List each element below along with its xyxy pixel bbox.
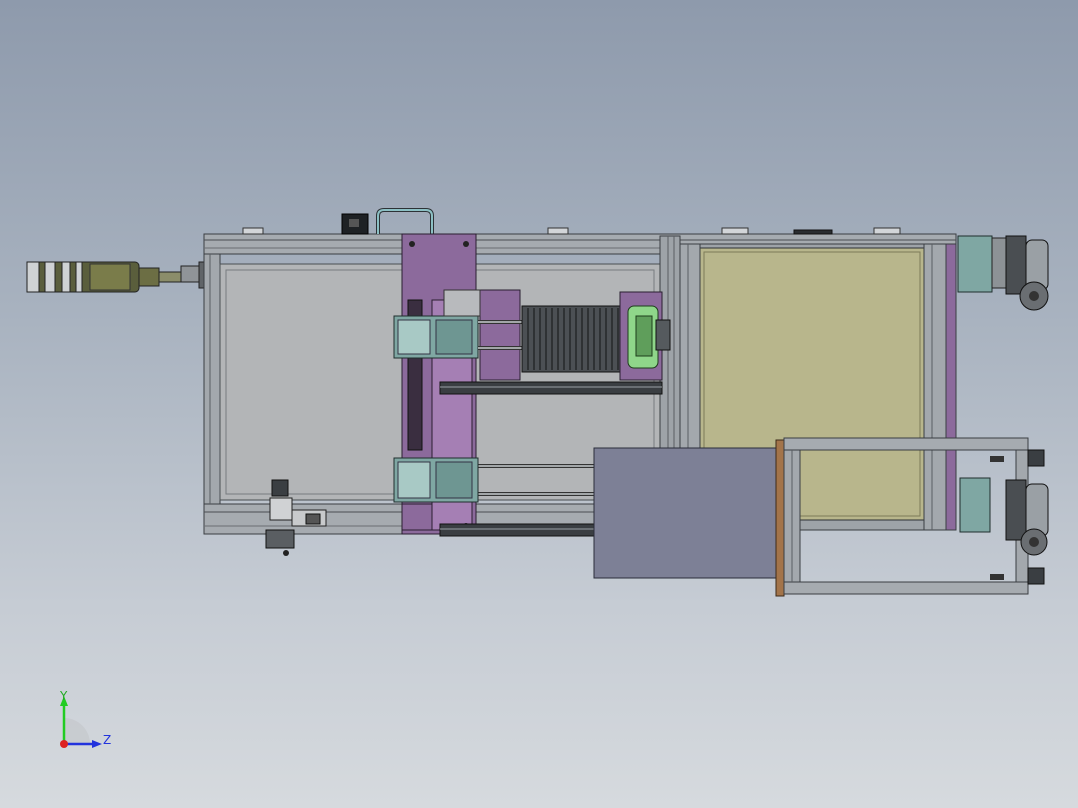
green-module [619,291,671,381]
y-axis-label: Y [59,689,68,703]
z-axis-label: Z [103,733,111,747]
coordinate-triad: Y Z [59,689,111,748]
bottom-caster-wheel [1005,479,1049,556]
heatsink-block [521,305,633,373]
x-axis-dot [60,740,68,748]
blue-gray-cover-plate [593,439,785,597]
top-caster-wheel [957,235,1049,311]
cad-viewport[interactable]: Y Z [0,0,1078,808]
left-sensor-cylinder [26,261,206,293]
